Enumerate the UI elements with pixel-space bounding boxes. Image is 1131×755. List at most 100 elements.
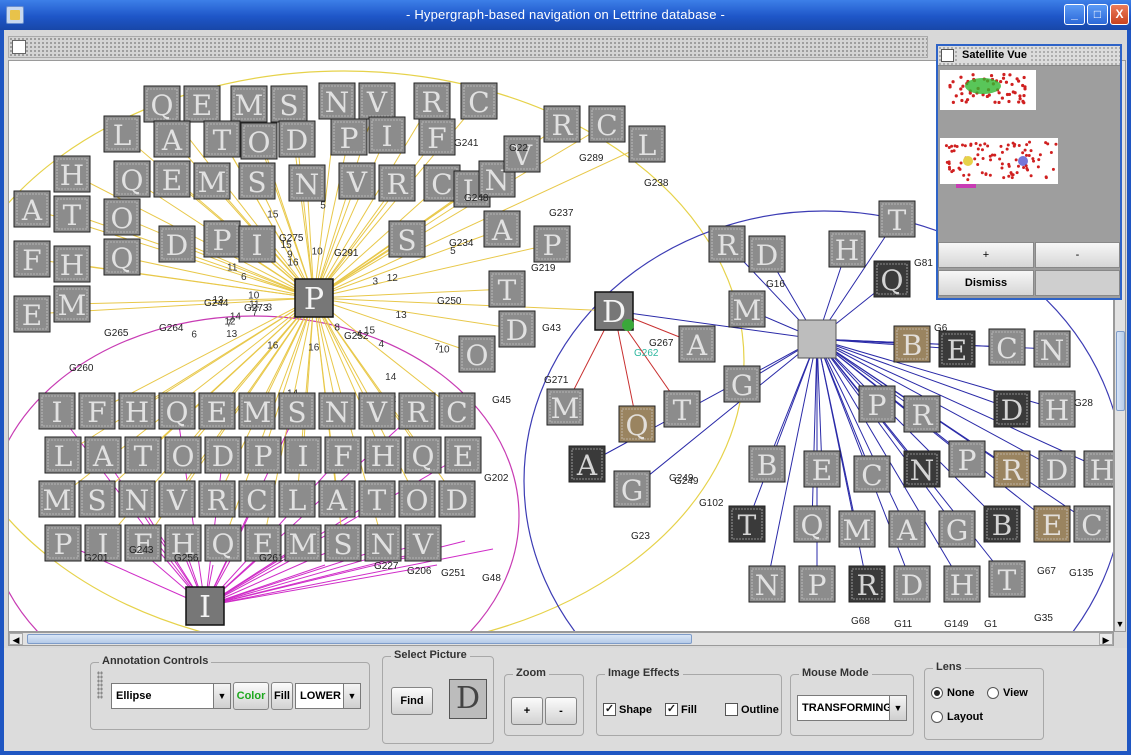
- letter-image-node: R: [993, 450, 1031, 488]
- letter-image-node: R: [543, 105, 581, 143]
- zoom-in-button[interactable]: +: [511, 697, 543, 725]
- scroll-left-icon[interactable]: ◀: [9, 633, 23, 645]
- letter-image-node: N: [318, 82, 356, 120]
- edge-weight-label: 10: [438, 344, 450, 355]
- satellite-dismiss-button[interactable]: Dismiss: [938, 270, 1034, 296]
- minimap-node-dot: [981, 157, 985, 161]
- minimap-node-dot: [976, 147, 980, 151]
- letter-glyph: T: [63, 199, 82, 232]
- annotation-shape-select[interactable]: Ellipse ▼: [111, 683, 231, 709]
- vertical-scroll-thumb[interactable]: [1116, 331, 1125, 411]
- mouse-mode-title: Mouse Mode: [799, 667, 872, 679]
- letter-glyph: V: [412, 528, 434, 561]
- lens-none-radio[interactable]: None: [931, 687, 975, 699]
- radio-unselected-icon: [931, 711, 943, 723]
- edge-weight-label: 16: [267, 340, 279, 351]
- letter-glyph: S: [279, 89, 298, 122]
- letter-glyph: H: [371, 440, 395, 473]
- drag-handle-icon[interactable]: [97, 671, 103, 699]
- node-id-label: G238: [644, 178, 669, 189]
- letter-image-node: E: [153, 160, 191, 198]
- fill-checkbox[interactable]: ✓ Fill: [665, 703, 697, 716]
- minimap-node-dot: [1006, 143, 1010, 147]
- selected-picture-thumbnail[interactable]: D: [449, 679, 487, 719]
- horizontal-scroll-thumb[interactable]: [27, 634, 692, 644]
- scroll-down-icon[interactable]: ▼: [1115, 617, 1125, 631]
- minimap-node-dot: [976, 162, 980, 166]
- letter-glyph: Q: [626, 409, 649, 442]
- minimap-node-dot: [997, 91, 1001, 95]
- zoom-out-button[interactable]: -: [545, 697, 577, 725]
- letter-image-node: N: [364, 524, 402, 562]
- minimap-node-dot: [999, 144, 1003, 148]
- letter-glyph: M: [43, 484, 72, 517]
- satellite-checkbox[interactable]: [941, 49, 954, 62]
- letter-image-node: T: [358, 480, 396, 518]
- letter-glyph: R: [856, 569, 878, 602]
- letter-glyph: C: [861, 459, 882, 492]
- letter-image-node: P: [948, 440, 986, 478]
- edge-weight-label: 15: [267, 209, 279, 220]
- letter-glyph: L: [54, 440, 73, 473]
- node-id-label: G289: [579, 153, 604, 164]
- letter-glyph: H: [60, 159, 84, 192]
- lens-layout-radio[interactable]: Layout: [931, 711, 983, 723]
- minimap-node-dot: [990, 153, 994, 157]
- letter-glyph: R: [406, 396, 428, 429]
- satellite-minimap[interactable]: [938, 66, 1120, 240]
- letter-glyph: T: [738, 509, 757, 542]
- mouse-mode-select[interactable]: TRANSFORMING ▼: [797, 695, 907, 721]
- find-button[interactable]: Find: [391, 687, 433, 715]
- scroll-right-icon[interactable]: ▶: [1099, 633, 1113, 645]
- edge-weight-label: 8: [334, 323, 340, 334]
- satellite-zoom-out-button[interactable]: -: [1035, 242, 1120, 268]
- zoom-group: Zoom + -: [504, 667, 584, 736]
- satellite-zoom-in-button[interactable]: +: [938, 242, 1034, 268]
- shape-checkbox[interactable]: ✓ Shape: [603, 703, 652, 716]
- letter-image-node: F: [324, 436, 362, 474]
- node-id-label: G81: [914, 258, 933, 269]
- node-id-label: G271: [544, 375, 569, 386]
- letter-glyph: T: [888, 204, 907, 237]
- letter-glyph: D: [1001, 394, 1023, 427]
- letter-image-node: V: [404, 524, 442, 562]
- chevron-down-icon[interactable]: ▼: [343, 684, 360, 708]
- satellite-header: Satellite Vue: [938, 46, 1120, 66]
- letter-glyph: R: [716, 229, 738, 262]
- horizontal-scrollbar[interactable]: ◀ ▶: [8, 632, 1114, 646]
- minimap-node-dot: [1029, 174, 1033, 178]
- outline-checkbox[interactable]: Outline: [725, 703, 779, 716]
- letter-image-node: O: [164, 436, 202, 474]
- minimize-button[interactable]: _: [1064, 4, 1085, 25]
- letter-image-node: H: [1083, 450, 1113, 488]
- letter-glyph: F: [333, 440, 352, 473]
- letter-image-node: O: [458, 335, 496, 373]
- letter-glyph: H: [1045, 394, 1069, 427]
- edge-weight-label: 13: [396, 310, 408, 321]
- annotation-layer-select[interactable]: LOWER ▼: [295, 683, 361, 709]
- lens-view-radio[interactable]: View: [987, 687, 1028, 699]
- close-button[interactable]: X: [1110, 4, 1129, 25]
- letter-glyph: D: [1046, 454, 1068, 487]
- letter-glyph: A: [896, 514, 918, 547]
- satellite-empty-slot: [1035, 270, 1120, 296]
- minimap-node-dot: [1037, 158, 1041, 162]
- letter-glyph: R: [1001, 454, 1023, 487]
- edge-weight-label: 14: [230, 312, 242, 323]
- chevron-down-icon[interactable]: ▼: [889, 696, 906, 720]
- edge-weight-label: 12: [387, 273, 399, 284]
- letter-image-node: A: [888, 510, 926, 548]
- letter-glyph: O: [248, 126, 271, 159]
- minimap-node-dot: [1022, 165, 1026, 169]
- letter-glyph: L: [288, 484, 307, 517]
- annotation-color-button[interactable]: Color: [233, 682, 269, 710]
- annotation-fill-button[interactable]: Fill: [271, 682, 293, 710]
- maximize-button[interactable]: □: [1087, 4, 1108, 25]
- strip-checkbox[interactable]: [12, 40, 26, 54]
- letter-image-node: M: [230, 85, 268, 123]
- letter-image-node: N: [118, 480, 156, 518]
- letter-image-node: L: [628, 125, 666, 163]
- chevron-down-icon[interactable]: ▼: [213, 684, 230, 708]
- letter-image-node: D: [498, 310, 536, 348]
- letter-glyph: N: [295, 168, 320, 201]
